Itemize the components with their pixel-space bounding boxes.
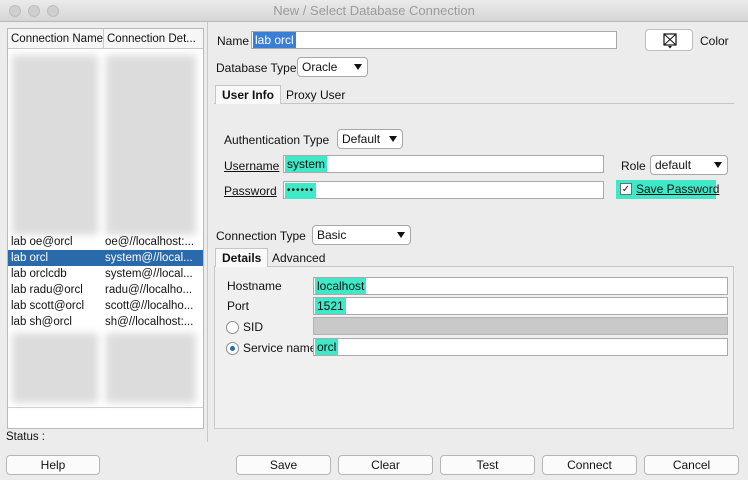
sid-label: SID <box>243 320 264 334</box>
hostname-label: Hostname <box>227 279 282 293</box>
sid-radio[interactable] <box>226 321 239 334</box>
username-input[interactable]: system <box>283 155 604 173</box>
blurred-details-top <box>106 55 196 235</box>
role-label: Role <box>621 159 646 173</box>
blurred-connections-bottom <box>12 333 98 403</box>
save-password-checkbox[interactable]: ✓ Save Password <box>616 180 719 199</box>
tab-details[interactable]: Details <box>215 248 269 267</box>
password-input[interactable]: •••••• <box>283 181 604 199</box>
service-name-radio[interactable] <box>226 342 239 355</box>
window-title: New / Select Database Connection <box>273 3 475 18</box>
database-type-label: Database Type <box>216 61 297 75</box>
role-select[interactable]: default <box>650 155 728 175</box>
auth-type-select[interactable]: Default <box>337 129 403 149</box>
sid-input[interactable] <box>313 317 728 335</box>
blurred-details-bottom <box>106 333 196 403</box>
list-item[interactable]: lab radu@orcl radu@//localho... <box>8 282 203 298</box>
name-label: Name <box>217 34 250 48</box>
connection-list[interactable]: Connection Name Connection Det... lab oe… <box>7 28 204 429</box>
service-name-label: Service name <box>243 341 317 355</box>
auth-type-label: Authentication Type <box>224 133 330 147</box>
password-label: Password <box>224 184 277 198</box>
tab-proxy-user[interactable]: Proxy User <box>282 86 349 104</box>
save-button[interactable]: Save <box>236 455 331 475</box>
help-button[interactable]: Help <box>6 455 100 475</box>
list-item[interactable]: lab orclcdb system@//local... <box>8 266 203 282</box>
tab-advanced[interactable]: Advanced <box>268 249 329 267</box>
service-name-input[interactable]: orcl <box>313 338 728 356</box>
connection-type-label: Connection Type <box>216 229 306 243</box>
port-input[interactable]: 1521 <box>313 297 728 315</box>
blurred-connections-top <box>12 55 98 235</box>
chevron-down-icon <box>354 64 362 70</box>
port-label: Port <box>227 299 250 313</box>
database-type-select[interactable]: Oracle <box>297 57 368 77</box>
cancel-button[interactable]: Cancel <box>644 455 739 475</box>
clear-button[interactable]: Clear <box>338 455 433 475</box>
checkmark-icon: ✓ <box>620 183 632 195</box>
list-item[interactable]: lab oe@orcl oe@//localhost:... <box>8 234 203 250</box>
column-header-connection-name[interactable]: Connection Name <box>8 29 104 49</box>
color-button[interactable] <box>645 29 693 51</box>
list-item[interactable]: lab scott@orcl scott@//localho... <box>8 298 203 314</box>
hostname-input[interactable]: localhost <box>313 277 728 295</box>
connection-type-select[interactable]: Basic <box>312 225 411 245</box>
test-button[interactable]: Test <box>440 455 535 475</box>
color-swatch-icon <box>663 33 677 49</box>
list-item[interactable]: lab sh@orcl sh@//localhost:... <box>8 314 203 330</box>
name-input[interactable]: lab orcl <box>251 31 617 49</box>
column-header-connection-details[interactable]: Connection Det... <box>104 29 203 49</box>
list-divider <box>8 407 203 408</box>
status-label: Status : <box>6 431 45 443</box>
chevron-down-icon <box>397 232 405 238</box>
chevron-down-icon <box>714 162 722 168</box>
list-item-selected[interactable]: lab orcl system@//local... <box>8 250 203 266</box>
chevron-down-icon <box>389 136 397 142</box>
color-label: Color <box>700 34 729 48</box>
username-label: Username <box>224 159 280 173</box>
panel-divider <box>207 22 208 442</box>
connect-button[interactable]: Connect <box>542 455 637 475</box>
tab-user-info[interactable]: User Info <box>215 85 282 104</box>
